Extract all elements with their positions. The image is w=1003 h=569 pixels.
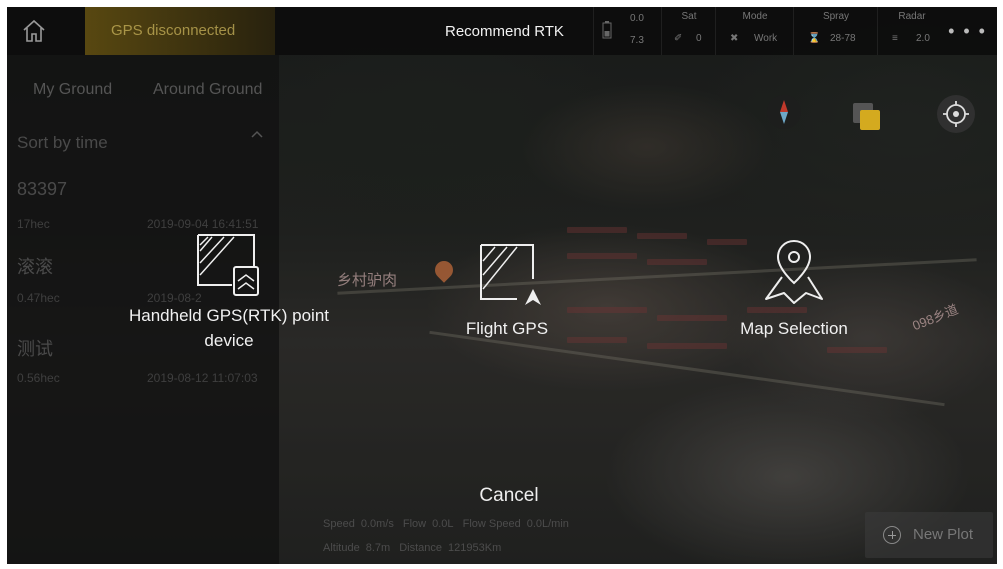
telemetry-row: Altitude 8.7m Distance 121953Km bbox=[323, 542, 502, 554]
option-label: Flight GPS bbox=[465, 319, 549, 338]
recommend-rtk-label[interactable]: Recommend RTK bbox=[445, 23, 564, 40]
new-plot-button[interactable]: New Plot bbox=[865, 512, 993, 558]
compass-icon[interactable] bbox=[767, 95, 801, 129]
tab-around-ground[interactable]: Around Ground bbox=[153, 81, 262, 99]
cancel-button[interactable]: Cancel bbox=[469, 485, 549, 507]
locate-icon[interactable] bbox=[937, 95, 975, 133]
gps-status-text: GPS disconnected bbox=[111, 22, 236, 39]
map-layers-icon[interactable] bbox=[849, 99, 883, 133]
app-window: 乡村驴肉 098乡道 GPS disconnected Recommend RT… bbox=[7, 7, 997, 564]
handheld-device-icon bbox=[197, 234, 259, 296]
plot-item-date: 2019-09-04 16:41:51 bbox=[147, 217, 259, 231]
plot-item-name[interactable]: 测试 bbox=[17, 335, 53, 361]
flight-gps-icon bbox=[480, 244, 541, 305]
map-pin-icon bbox=[765, 239, 823, 304]
drone-icon: ✖ bbox=[730, 33, 739, 44]
radar-status: Radar ≡ 2.0 bbox=[877, 7, 946, 55]
option-flight-gps[interactable]: Flight GPS bbox=[447, 239, 567, 339]
battery-icon bbox=[602, 21, 612, 39]
top-status-bar: GPS disconnected Recommend RTK 0.0 7.3 S… bbox=[7, 7, 997, 55]
option-map-selection[interactable]: Map Selection bbox=[719, 237, 869, 338]
satellite-status: Sat ✐ 0 bbox=[661, 7, 716, 55]
telemetry-row: Speed 0.0m/s Flow 0.0L Flow Speed 0.0L/min bbox=[323, 518, 569, 530]
option-handheld-gps[interactable]: Handheld GPS(RTK) point device bbox=[104, 231, 354, 361]
radar-icon: ≡ bbox=[892, 33, 898, 44]
chevron-up-icon[interactable] bbox=[249, 127, 265, 143]
satellite-icon: ✐ bbox=[674, 33, 683, 44]
battery-status: 0.0 7.3 bbox=[593, 7, 662, 55]
sort-dropdown[interactable]: Sort by time bbox=[17, 133, 108, 153]
option-label: Map Selection bbox=[740, 319, 848, 338]
add-circle-icon bbox=[883, 526, 901, 544]
home-icon[interactable] bbox=[19, 17, 49, 45]
plot-item-name[interactable]: 83397 bbox=[17, 179, 67, 200]
spray-icon: ⌛ bbox=[808, 33, 821, 44]
mode-status: Mode ✖ Work bbox=[715, 7, 794, 55]
plot-item-area: 0.56hec bbox=[17, 371, 60, 385]
tab-my-ground[interactable]: My Ground bbox=[33, 81, 112, 99]
plot-item-date: 2019-08-12 11:07:03 bbox=[147, 371, 258, 385]
plot-item-area: 17hec bbox=[17, 217, 50, 231]
spray-status: Spray ⌛ 28-78 bbox=[793, 7, 878, 55]
option-label: Handheld GPS(RTK) point device bbox=[128, 306, 329, 350]
new-plot-label: New Plot bbox=[913, 526, 974, 543]
plot-item-name[interactable]: 滚滚 bbox=[17, 253, 53, 279]
more-menu-icon[interactable]: • • • bbox=[948, 21, 987, 42]
plot-item-area: 0.47hec bbox=[17, 291, 60, 305]
